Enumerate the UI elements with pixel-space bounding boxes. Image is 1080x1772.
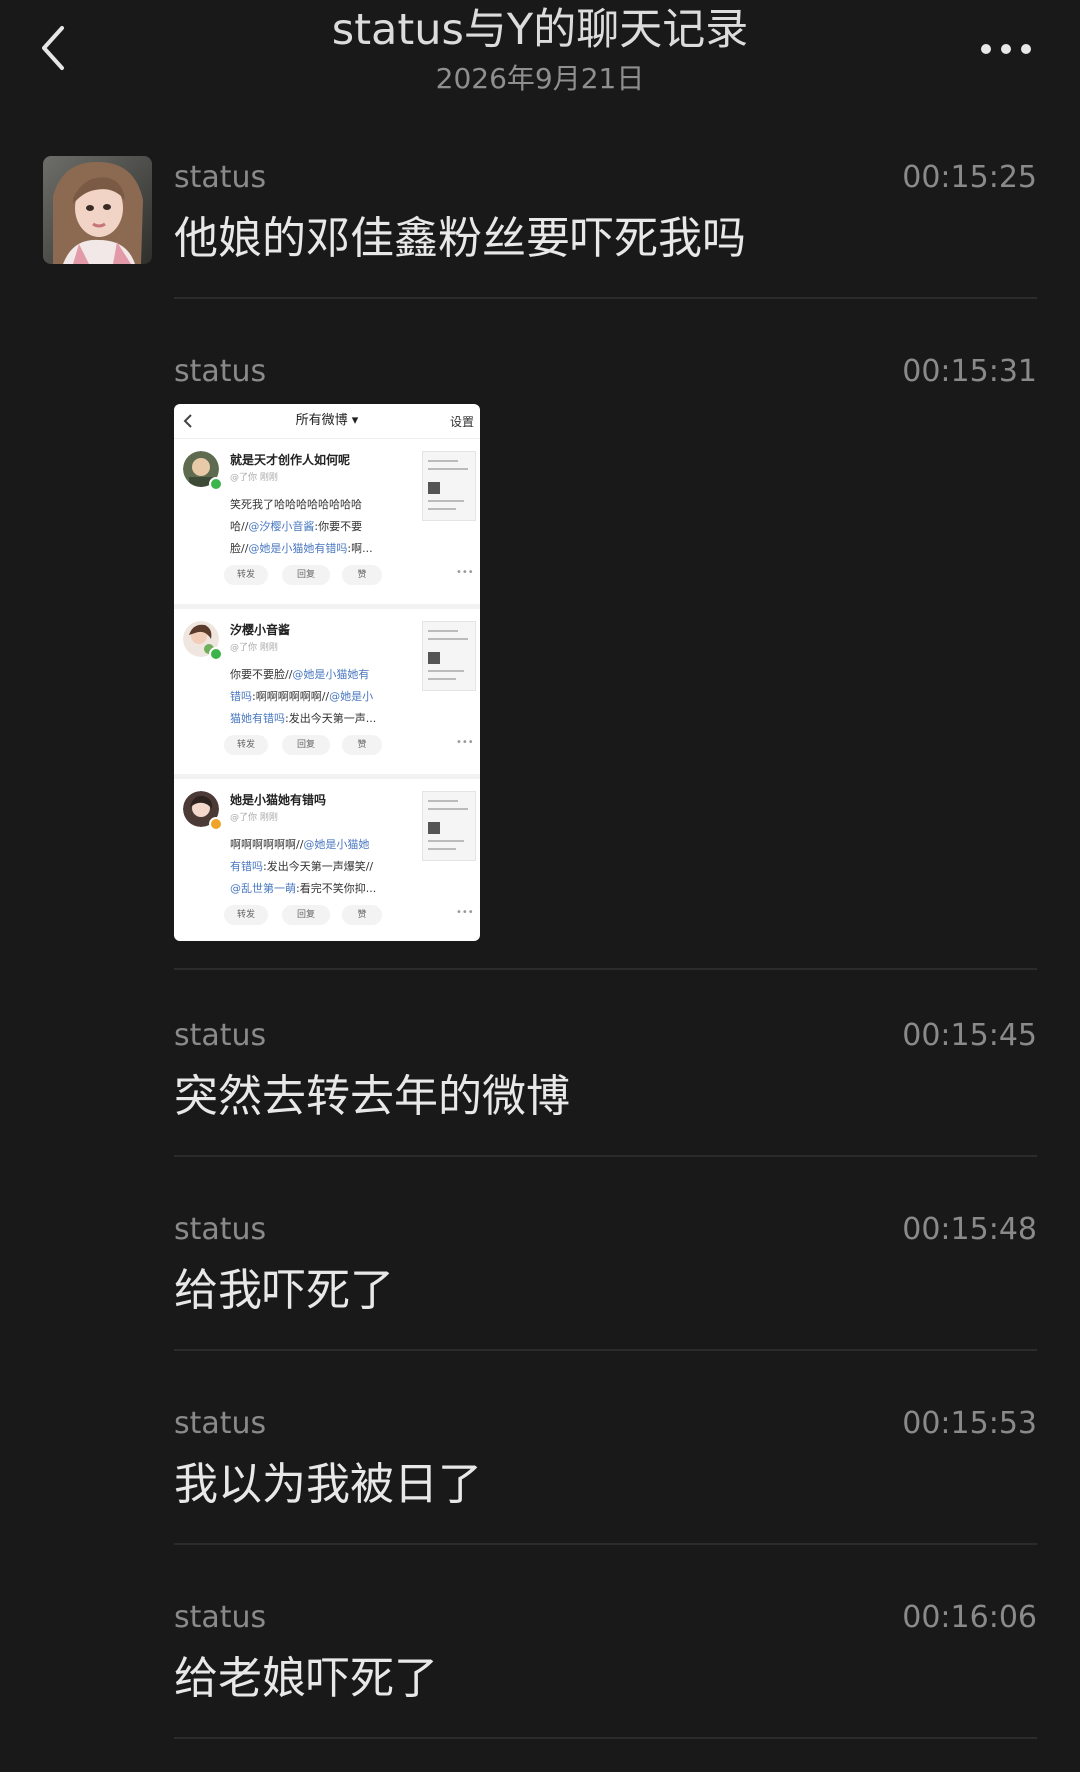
more-button[interactable]: [975, 38, 1035, 60]
message-time: 00:15:31: [902, 354, 1037, 389]
message-text[interactable]: 给老娘吓死了: [174, 1651, 438, 1707]
post-meta: @了你 刚刚: [230, 643, 278, 653]
divider: [174, 968, 1037, 970]
reply-button: 回复: [282, 735, 330, 755]
image-message[interactable]: 所有微博 ▾ 设置 就是天才创作人如何呢 @了你 刚刚 笑死我了哈哈哈哈哈哈哈哈…: [174, 404, 480, 941]
divider: [174, 1737, 1037, 1739]
message-item: status 00:15:25 他娘的邓佳鑫粉丝要吓死我吗: [174, 160, 1037, 264]
post-thumbnail: [422, 791, 476, 861]
page-title: status与Y的聊天记录: [331, 5, 749, 55]
divider: [174, 1155, 1037, 1157]
like-button: 赞: [342, 735, 382, 755]
chat-record-header: status与Y的聊天记录 2026年9月21日: [0, 0, 1080, 110]
message-time: 00:16:06: [902, 1600, 1037, 1635]
online-dot: [209, 647, 223, 661]
reply-button: 回复: [282, 905, 330, 925]
message-sender: status: [174, 1406, 267, 1441]
post-thumbnail: [422, 621, 476, 691]
message-item: status 00:15:45 突然去转去年的微博: [174, 1018, 1037, 1122]
post-body: 啊啊啊啊啊啊//@她是小猫她 有错吗:发出今天第一声爆笑// @乱世第一萌:看完…: [230, 838, 377, 895]
screenshot-settings: 设置: [449, 415, 474, 429]
repost-button: 转发: [224, 565, 268, 585]
screenshot-post: 就是天才创作人如何呢 @了你 刚刚 笑死我了哈哈哈哈哈哈哈哈 哈//@汐樱小音酱…: [174, 439, 480, 609]
divider: [174, 1349, 1037, 1351]
divider: [174, 297, 1037, 299]
repost-button: 转发: [224, 905, 268, 925]
message-time: 00:15:25: [902, 160, 1037, 195]
message-sender: status: [174, 160, 267, 195]
like-button: 赞: [342, 905, 382, 925]
more-horizontal-icon: •••: [456, 907, 474, 918]
screenshot-post: 汐樱小音酱 @了你 刚刚 你要不要脸//@她是小猫她有 错吗:啊啊啊啊啊啊//@…: [174, 609, 480, 779]
message-time: 00:15:45: [902, 1018, 1037, 1053]
avatar[interactable]: [43, 156, 152, 264]
screenshot-topbar: 所有微博 ▾ 设置: [174, 404, 480, 439]
message-sender: status: [174, 354, 267, 389]
more-horizontal-icon: •••: [456, 737, 474, 748]
post-thumbnail: [422, 451, 476, 521]
message-time: 00:15:53: [902, 1406, 1037, 1441]
message-text[interactable]: 突然去转去年的微博: [174, 1069, 570, 1125]
more-horizontal-icon: [981, 44, 991, 54]
screenshot-post: 她是小猫她有错吗 @了你 刚刚 啊啊啊啊啊啊//@她是小猫她 有错吗:发出今天第…: [174, 779, 480, 941]
post-author: 就是天才创作人如何呢: [230, 453, 351, 467]
repost-button: 转发: [224, 735, 268, 755]
online-dot: [209, 477, 223, 491]
verified-badge: [209, 817, 223, 831]
post-meta: @了你 刚刚: [230, 813, 278, 823]
message-time: 00:15:48: [902, 1212, 1037, 1247]
post-author: 汐樱小音酱: [230, 623, 291, 637]
message-text[interactable]: 我以为我被日了: [174, 1457, 482, 1513]
more-horizontal-icon: •••: [456, 567, 474, 578]
screenshot-title: 所有微博 ▾: [295, 413, 359, 428]
message-item: status 00:15:53 我以为我被日了: [174, 1406, 1037, 1510]
post-meta: @了你 刚刚: [230, 473, 278, 483]
divider: [174, 1543, 1037, 1545]
message-sender: status: [174, 1212, 267, 1247]
message-item: status 00:15:48 给我吓死了: [174, 1212, 1037, 1316]
message-item: status 00:15:31 所有微博 ▾ 设置 就是天才创作人如何呢 @了你…: [174, 354, 1037, 944]
reply-button: 回复: [282, 565, 330, 585]
message-item: status 00:16:06 给老娘吓死了: [174, 1600, 1037, 1704]
record-date: 2026年9月21日: [435, 62, 645, 95]
post-body: 你要不要脸//@她是小猫她有 错吗:啊啊啊啊啊啊//@她是小 猫她有错吗:发出今…: [230, 668, 377, 725]
message-text[interactable]: 给我吓死了: [174, 1263, 394, 1319]
message-text[interactable]: 他娘的邓佳鑫粉丝要吓死我吗: [174, 211, 746, 267]
message-sender: status: [174, 1018, 267, 1053]
post-author: 她是小猫她有错吗: [230, 793, 327, 807]
message-sender: status: [174, 1600, 267, 1635]
like-button: 赞: [342, 565, 382, 585]
post-body: 笑死我了哈哈哈哈哈哈哈哈 哈//@汐樱小音酱:你要不要 脸//@她是小猫她有错吗…: [230, 498, 373, 555]
